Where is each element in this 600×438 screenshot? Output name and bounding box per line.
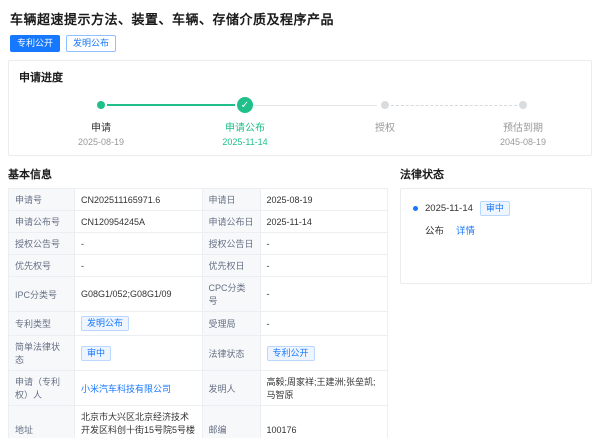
field-label: 授权公告日 <box>201 232 261 255</box>
legal-status-item-badge: 审中 <box>479 201 510 216</box>
table-row: 简单法律状态 审中 法律状态 专利公开 <box>8 335 388 371</box>
field-label: 地址 <box>8 405 75 438</box>
field-value: G08G1/052;G08G1/09 <box>74 276 203 312</box>
timeline-step-publication: ✓ 申请公布 2025-11-14 <box>190 93 300 147</box>
patent-type-badge: 发明公布 <box>81 316 130 331</box>
legal-status-title: 法律状态 <box>400 169 444 181</box>
basic-info-title: 基本信息 <box>8 169 52 181</box>
field-value: 2025-11-14 <box>259 210 388 233</box>
bullet-icon <box>413 206 418 211</box>
field-label: 申请公布日 <box>201 210 261 233</box>
check-icon: ✓ <box>237 97 253 113</box>
field-value: - <box>259 232 388 255</box>
main-content: 基本信息 申请号 CN202511165971.6 申请日 2025-08-19… <box>0 166 600 438</box>
application-timeline: 申请 2025-08-19 ✓ 申请公布 2025-11-14 授权 预估到期 … <box>19 93 581 149</box>
field-label: 优先权号 <box>8 254 75 277</box>
simple-legal-status-badge: 审中 <box>81 345 112 361</box>
field-label: CPC分类号 <box>201 276 261 312</box>
field-value: CN202511165971.6 <box>74 188 203 211</box>
page-header: 车辆超速提示方法、装置、车辆、存储介质及程序产品 专利公开 发明公布 <box>0 0 600 56</box>
field-value: - <box>259 254 388 277</box>
field-label: 授权公告号 <box>8 232 75 255</box>
timeline-step-apply: 申请 2025-08-19 <box>46 93 156 147</box>
step-date: 2025-11-14 <box>222 137 268 147</box>
step-dot-icon <box>97 101 105 109</box>
field-value: - <box>259 311 388 336</box>
field-label: 受理局 <box>201 311 261 336</box>
field-label: 邮编 <box>201 405 261 438</box>
table-row: 申请号 CN202511165971.6 申请日 2025-08-19 <box>8 188 388 211</box>
patent-detail-page: 车辆超速提示方法、装置、车辆、存储介质及程序产品 专利公开 发明公布 申请进度 … <box>0 0 600 438</box>
step-label: 预估到期 <box>503 123 543 134</box>
step-label: 授权 <box>375 123 395 134</box>
field-label: 简单法律状态 <box>8 335 75 371</box>
field-label: 法律状态 <box>201 335 261 371</box>
step-date: 2045-08-19 <box>499 137 547 147</box>
legal-status-event: 公布 <box>425 226 445 237</box>
progress-section-title: 申请进度 <box>19 72 63 84</box>
field-value: 100176 <box>259 405 388 438</box>
application-progress-card: 申请进度 申请 2025-08-19 ✓ 申请公布 2025-11-14 授权 <box>8 60 592 156</box>
field-label: IPC分类号 <box>8 276 75 312</box>
step-date: 2025-08-19 <box>77 137 125 147</box>
field-label: 申请号 <box>8 188 75 211</box>
field-label: 专利类型 <box>8 311 75 336</box>
legal-status-event-row: 公布 详情 <box>425 223 579 237</box>
field-label: 申请（专利权）人 <box>8 370 75 406</box>
field-value: - <box>259 276 388 312</box>
legal-status-section: 法律状态 2025-11-14 审中 公布 详情 <box>400 166 592 284</box>
field-value: 北京市大兴区北京经济技术开发区科创十街15号院5号楼6层618室 <box>74 405 203 438</box>
table-row: 地址 北京市大兴区北京经济技术开发区科创十街15号院5号楼6层618室 邮编 1… <box>8 405 388 438</box>
timeline-step-expiry: 预估到期 2045-08-19 <box>468 93 578 147</box>
step-label: 申请 <box>91 123 111 134</box>
table-row: 申请（专利权）人 小米汽车科技有限公司 发明人 高毅;周家祥;王建洲;张垒凯;马… <box>8 370 388 406</box>
field-value: 高毅;周家祥;王建洲;张垒凯;马智原 <box>259 370 388 406</box>
timeline-step-grant: 授权 <box>330 93 440 137</box>
legal-status-detail-link[interactable]: 详情 <box>456 223 475 237</box>
table-row: 专利类型 发明公布 受理局 - <box>8 311 388 336</box>
field-label: 优先权日 <box>201 254 261 277</box>
legal-status-panel: 2025-11-14 审中 公布 详情 <box>400 188 592 284</box>
invention-publication-badge: 发明公布 <box>66 35 117 52</box>
step-dot-icon <box>519 101 527 109</box>
field-label: 申请公布号 <box>8 210 75 233</box>
applicant-link[interactable]: 小米汽车科技有限公司 <box>81 384 171 394</box>
table-row: 优先权号 - 优先权日 - <box>8 254 388 277</box>
table-row: 申请公布号 CN120954245A 申请公布日 2025-11-14 <box>8 210 388 233</box>
legal-status-badge: 专利公开 <box>266 345 315 361</box>
field-value: CN120954245A <box>74 210 203 233</box>
table-row: 授权公告号 - 授权公告日 - <box>8 232 388 255</box>
field-value: 2025-08-19 <box>259 188 388 211</box>
page-title: 车辆超速提示方法、装置、车辆、存储介质及程序产品 <box>10 12 335 27</box>
basic-info-section: 基本信息 申请号 CN202511165971.6 申请日 2025-08-19… <box>8 166 388 438</box>
field-value: - <box>74 232 203 255</box>
title-badges: 专利公开 发明公布 <box>10 35 590 52</box>
step-dot-icon <box>381 101 389 109</box>
field-label: 发明人 <box>201 370 261 406</box>
legal-status-item: 2025-11-14 审中 <box>413 201 579 216</box>
basic-info-table: 申请号 CN202511165971.6 申请日 2025-08-19 申请公布… <box>8 188 388 438</box>
field-value: - <box>74 254 203 277</box>
field-label: 申请日 <box>201 188 261 211</box>
legal-status-date: 2025-11-14 <box>425 203 473 214</box>
step-label: 申请公布 <box>225 123 265 134</box>
table-row: IPC分类号 G08G1/052;G08G1/09 CPC分类号 - <box>8 276 388 312</box>
patent-open-badge: 专利公开 <box>10 35 61 52</box>
